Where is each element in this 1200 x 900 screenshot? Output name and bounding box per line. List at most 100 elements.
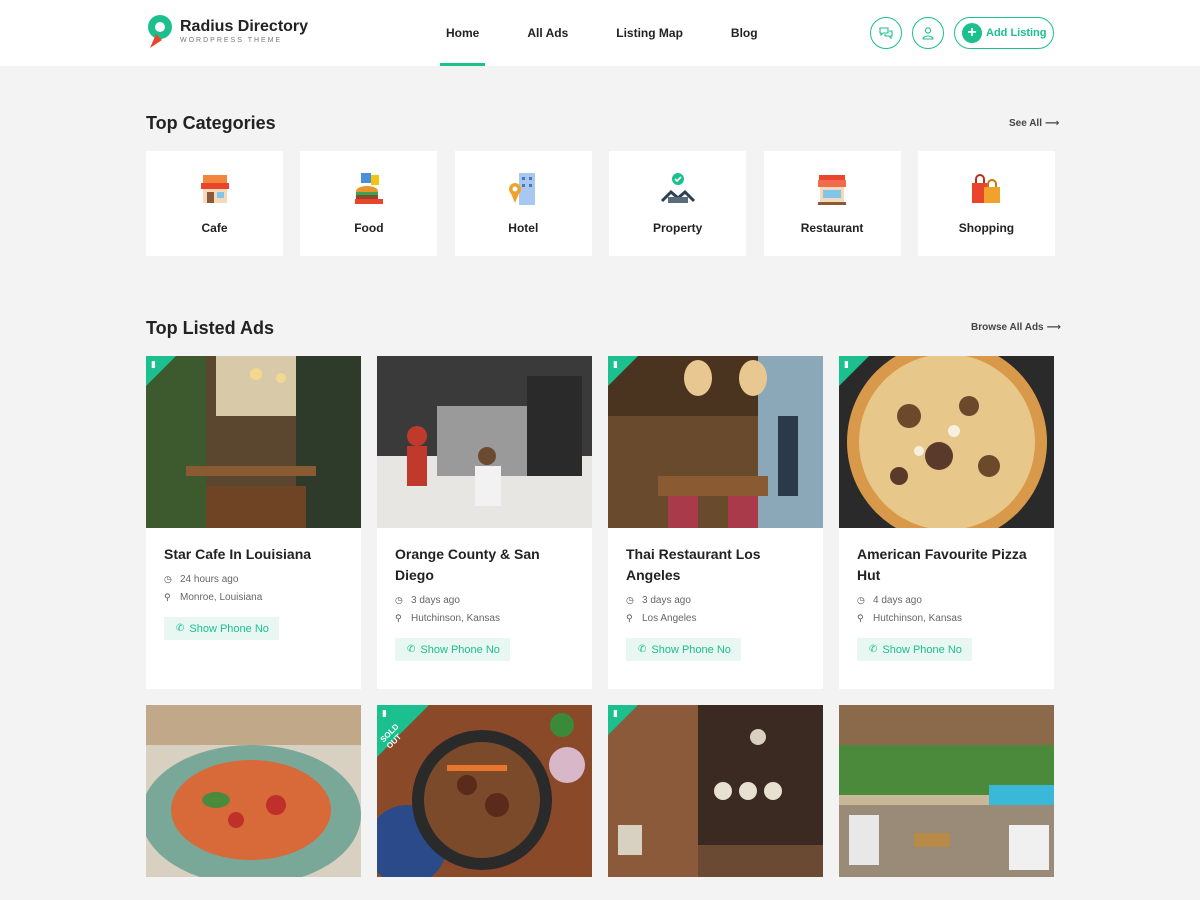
show-phone-label: Show Phone No [651, 643, 731, 656]
ad-location: ⚲ Hutchinson, Kansas [857, 613, 1036, 624]
bookmark-icon: ▮ [844, 359, 849, 369]
ad-card[interactable]: ▮ Star Cafe In Louisiana ◷ 24 hours ago ⚲… [146, 356, 361, 689]
ad-time: ◷ 4 days ago [857, 595, 1036, 606]
clock-icon: ◷ [164, 574, 172, 584]
ad-title[interactable]: American Favourite Pizza Hut [857, 544, 1036, 586]
ad-card[interactable]: ▮ [608, 705, 823, 877]
property-icon [660, 173, 695, 203]
hotel-icon [509, 173, 536, 205]
ad-card[interactable]: ▮ SOLD OUT [377, 705, 592, 877]
categories-title: Top Categories [146, 113, 276, 133]
ad-time: ◷ 3 days ago [626, 595, 805, 606]
ad-image[interactable]: ▮ [608, 705, 823, 877]
account-button[interactable] [912, 17, 944, 49]
map-pin-icon: ⚲ [857, 613, 864, 623]
bookmark-icon: ▮ [151, 359, 156, 369]
category-label: Food [354, 221, 384, 235]
restaurant-icon [818, 175, 847, 205]
logo-title: Radius Directory [180, 18, 309, 35]
category-label: Property [652, 221, 703, 235]
ad-image[interactable]: ▮ [146, 356, 361, 528]
ad-title[interactable]: Thai Restaurant Los Angeles [626, 544, 805, 586]
site-header: Radius Directory WORDPRESS THEME Home Al… [0, 0, 1200, 66]
ad-time: ◷ 24 hours ago [164, 574, 343, 585]
bookmark-icon: ▮ [613, 708, 618, 718]
browse-all-link[interactable]: Browse All Ads ⟶ [971, 322, 1061, 333]
ad-card[interactable]: Orange County & San Diego ◷ 3 days ago ⚲ H… [377, 356, 592, 689]
ad-card[interactable]: ▮ Thai Restaurant Los Angeles ◷ 3 days ag… [608, 356, 823, 689]
site-logo[interactable]: Radius Directory WORDPRESS THEME [146, 14, 308, 50]
browse-all-label: Browse All Ads [971, 322, 1044, 333]
ad-location-text: Hutchinson, Kansas [873, 613, 962, 624]
cafe-icon [200, 175, 229, 203]
ad-image[interactable]: ▮ [608, 356, 823, 528]
see-all-label: See All [1009, 118, 1042, 129]
add-listing-label: Add Listing [986, 27, 1047, 39]
ad-card[interactable] [839, 705, 1054, 877]
bookmark-icon: ▮ [613, 359, 618, 369]
nav-listing-map[interactable]: Listing Map [610, 0, 689, 66]
chat-button[interactable] [870, 17, 902, 49]
add-listing-button[interactable]: + Add Listing [954, 17, 1054, 49]
phone-icon: ✆ [869, 644, 878, 655]
category-label: Cafe [201, 221, 228, 235]
category-label: Shopping [958, 221, 1015, 235]
show-phone-label: Show Phone No [189, 622, 269, 635]
phone-icon: ✆ [638, 644, 647, 655]
show-phone-button[interactable]: ✆ Show Phone No [164, 617, 279, 640]
category-shopping[interactable]: Shopping [917, 151, 1055, 256]
main-nav: Home All Ads Listing Map Blog [440, 0, 800, 66]
ad-image[interactable]: ▮ [839, 356, 1054, 528]
ad-location-text: Monroe, Louisiana [180, 592, 263, 603]
ad-time-text: 4 days ago [873, 595, 922, 606]
category-hotel[interactable]: Hotel [454, 151, 592, 256]
ad-image[interactable] [839, 705, 1054, 877]
ad-image[interactable] [146, 705, 361, 877]
ad-time-text: 3 days ago [411, 595, 460, 606]
map-pin-icon: ⚲ [395, 613, 402, 623]
clock-icon: ◷ [857, 595, 865, 605]
ad-card[interactable]: ▮ American Favourite Pizza Hut ◷ 4 days a… [839, 356, 1054, 689]
category-label: Hotel [508, 221, 539, 235]
bookmark-icon: ▮ [382, 708, 387, 718]
category-property[interactable]: Property [609, 151, 747, 256]
category-list: Cafe Food Hotel Property Restaurant Shop… [146, 151, 1072, 256]
nav-home[interactable]: Home [440, 0, 486, 66]
show-phone-button[interactable]: ✆ Show Phone No [395, 638, 510, 661]
ad-time-text: 24 hours ago [180, 574, 239, 585]
category-restaurant[interactable]: Restaurant [763, 151, 901, 256]
logo-subtitle: WORDPRESS THEME [180, 37, 283, 44]
user-icon [922, 27, 934, 40]
nav-blog[interactable]: Blog [725, 0, 764, 66]
see-all-link[interactable]: See All ⟶ [1009, 118, 1059, 129]
show-phone-button[interactable]: ✆ Show Phone No [857, 638, 972, 661]
ad-location-text: Hutchinson, Kansas [411, 613, 500, 624]
show-phone-button[interactable]: ✆ Show Phone No [626, 638, 741, 661]
shopping-icon [972, 174, 1001, 203]
category-label: Restaurant [800, 221, 864, 235]
category-cafe[interactable]: Cafe [146, 151, 283, 256]
arrow-right-icon: ⟶ [1046, 322, 1061, 333]
nav-all-ads[interactable]: All Ads [521, 0, 574, 66]
food-icon [354, 173, 383, 204]
ad-title[interactable]: Star Cafe In Louisiana [164, 544, 343, 565]
ad-title[interactable]: Orange County & San Diego [395, 544, 574, 586]
show-phone-label: Show Phone No [420, 643, 500, 656]
clock-icon: ◷ [626, 595, 634, 605]
plus-icon: + [962, 23, 982, 43]
show-phone-label: Show Phone No [882, 643, 962, 656]
ad-location: ⚲ Hutchinson, Kansas [395, 613, 574, 624]
ad-time: ◷ 3 days ago [395, 595, 574, 606]
category-food[interactable]: Food [300, 151, 438, 256]
ad-location-text: Los Angeles [642, 613, 697, 624]
ad-location: ⚲ Monroe, Louisiana [164, 592, 343, 603]
ad-image[interactable] [377, 356, 592, 528]
ad-time-text: 3 days ago [642, 595, 691, 606]
ad-image[interactable]: ▮ SOLD OUT [377, 705, 592, 877]
arrow-right-icon: ⟶ [1044, 118, 1060, 129]
map-pin-icon: ⚲ [626, 613, 633, 623]
logo-pin-icon [146, 14, 174, 50]
chat-bubbles-icon [879, 27, 893, 40]
ad-card[interactable] [146, 705, 361, 877]
phone-icon: ✆ [407, 644, 416, 655]
